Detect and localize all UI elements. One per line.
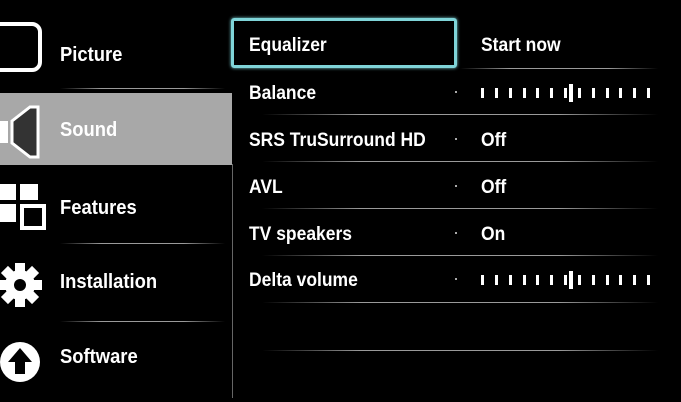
slider-tick	[633, 88, 637, 98]
slider-tick	[577, 275, 581, 285]
separator-dot	[455, 138, 457, 140]
slider-tick	[577, 88, 581, 98]
slider-tick	[605, 275, 609, 285]
slider-tick	[536, 275, 540, 285]
slider-tick	[564, 275, 567, 285]
menu-item-sound[interactable]: Sound	[0, 93, 232, 165]
slider-tick	[481, 275, 484, 285]
slider-marker[interactable]	[568, 271, 573, 289]
separator-dot	[455, 232, 457, 234]
setting-label: SRS TruSurround HD	[249, 130, 426, 151]
menu-item-features[interactable]: Features	[0, 170, 232, 242]
menu-item-label: Installation	[60, 271, 158, 293]
menu-item-picture[interactable]: Picture	[0, 18, 232, 90]
setting-value: Off	[481, 130, 507, 151]
delta-volume-slider[interactable]	[481, 271, 651, 289]
slider-tick	[508, 275, 512, 285]
slider-tick	[591, 88, 595, 98]
divider	[262, 302, 658, 303]
features-icon	[0, 184, 52, 232]
divider	[262, 255, 658, 256]
setting-label: TV speakers	[249, 224, 353, 245]
divider	[262, 350, 658, 351]
slider-marker[interactable]	[568, 84, 573, 102]
slider-tick	[508, 88, 512, 98]
equalizer-start-button[interactable]: Start now	[481, 35, 561, 57]
divider	[60, 321, 225, 322]
gear-icon	[0, 260, 48, 310]
slider-tick	[647, 275, 650, 285]
separator-dot	[455, 91, 457, 93]
slider-tick	[536, 88, 540, 98]
balance-slider[interactable]	[481, 84, 651, 102]
separator-dot	[455, 185, 457, 187]
slider-tick	[494, 88, 498, 98]
divider	[60, 88, 225, 89]
menu-item-software[interactable]: Software	[0, 324, 232, 396]
setting-label: Equalizer	[249, 35, 327, 56]
speaker-icon	[0, 103, 60, 161]
divider	[262, 161, 658, 162]
panel-divider	[232, 164, 233, 398]
menu-item-label: Software	[60, 346, 138, 368]
slider-tick	[591, 275, 595, 285]
slider-tick	[564, 88, 567, 98]
slider-tick	[481, 88, 484, 98]
slider-tick	[619, 88, 623, 98]
slider-tick	[494, 275, 498, 285]
menu-item-label: Sound	[60, 119, 118, 141]
setting-label: Delta volume	[249, 270, 358, 291]
slider-tick	[647, 88, 650, 98]
divider	[262, 114, 658, 115]
slider-tick	[522, 88, 526, 98]
setting-value: On	[481, 224, 506, 245]
slider-tick	[605, 88, 609, 98]
slider-tick	[550, 275, 554, 285]
picture-icon	[0, 22, 42, 72]
setting-label: Balance	[249, 83, 317, 104]
divider	[60, 243, 225, 244]
menu-item-installation[interactable]: Installation	[0, 246, 232, 318]
divider	[460, 68, 658, 69]
menu-item-label: Picture	[60, 44, 123, 66]
divider	[262, 208, 658, 209]
slider-tick	[550, 88, 554, 98]
slider-tick	[522, 275, 526, 285]
setting-value: Off	[481, 177, 507, 198]
setting-label: AVL	[249, 177, 283, 198]
slider-tick	[633, 275, 637, 285]
slider-tick	[619, 275, 623, 285]
menu-item-label: Features	[60, 197, 137, 219]
separator-dot	[455, 278, 457, 280]
upload-arrow-icon	[0, 340, 44, 384]
